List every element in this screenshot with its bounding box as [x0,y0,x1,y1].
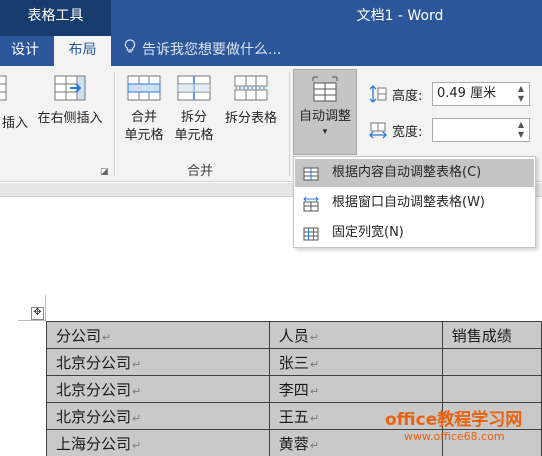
width-spinner[interactable]: ▲ ▼ [515,120,527,140]
column-width-icon [368,120,388,140]
lightbulb-icon [124,36,138,64]
height-value: 0.49 厘米 [437,86,497,101]
paragraph-mark: ↵ [132,384,142,398]
fixed-column-width-icon [303,225,319,241]
tab-design[interactable]: 设计 [0,36,50,66]
paragraph-mark: ↵ [309,384,320,398]
tell-me-placeholder: 告诉我您想要做什么... [142,42,282,58]
column-width-control: 宽度: ▲ ▼ [368,118,538,142]
paragraph-mark: ↵ [309,438,320,452]
title-bar: 表格工具 文档1 - Word [0,0,542,36]
insert-right-button[interactable]: 在右侧插入 [30,74,110,128]
autofit-contents-icon [303,165,319,181]
paragraph-mark: ↵ [102,330,112,344]
table-move-handle-icon[interactable]: ✥ [31,307,44,320]
table-cell[interactable] [441,348,542,376]
menu-item-label: 固定列宽(N) [332,225,404,240]
split-table-label: 拆分表格 [224,111,277,126]
insert-right-icon [53,74,87,102]
table-cell[interactable]: 李四↵ [268,375,443,403]
document-title: 文档1 - Word [356,8,444,24]
table-cell[interactable] [441,375,542,403]
table-cell[interactable]: 北京分公司↵ [46,348,270,376]
split-cells-icon [177,74,211,102]
menu-item-autofit-contents[interactable]: 根据内容自动调整表格(C) [295,159,534,187]
height-input[interactable]: 0.49 厘米 ▲ ▼ [432,82,530,106]
height-label: 高度: [392,89,423,104]
insert-left-button[interactable]: 插入 [0,74,30,131]
table-cell[interactable]: 人员↵ [268,321,443,349]
table-row: 分公司↵ 人员↵ 销售成绩 [46,321,542,349]
merge-cells-icon [127,74,161,102]
margin-corner-mark [45,295,46,320]
split-cells-label-2: 单元格 [174,128,214,143]
paragraph-mark: ↵ [132,438,142,452]
row-height-icon [368,84,388,104]
tab-layout[interactable]: 布局 [54,36,111,66]
menu-item-fixed-column-width[interactable]: 固定列宽(N) [295,219,534,247]
paragraph-mark: ↵ [309,411,320,425]
ribbon-tab-row: 设计 布局 告诉我您想要做什么... [0,36,542,66]
table-cell[interactable]: 上海分公司↵ [46,429,270,456]
split-cells-label-1: 拆分 [180,110,207,125]
menu-item-autofit-window[interactable]: 根据窗口自动调整表格(W) [295,189,534,217]
table-row: 北京分公司↵ 张三↵ [46,348,542,376]
width-label: 宽度: [392,125,423,140]
width-input[interactable]: ▲ ▼ [432,118,530,142]
insert-left-icon [0,74,30,102]
split-table-button[interactable]: 拆分表格 [219,74,283,128]
autofit-button[interactable]: 自动调整 ▾ [293,69,357,155]
autofit-window-icon [303,195,319,212]
merge-cells-label-1: 合并 [130,110,157,125]
merge-group-label: 合并 [187,164,214,179]
chevron-down-icon: ▾ [322,127,328,137]
autofit-menu: 根据内容自动调整表格(C) 根据窗口自动调整表格(W) 固定列宽(N) [293,156,536,248]
autofit-icon [311,76,339,102]
dialog-launcher-icon[interactable]: ◪ [100,167,109,177]
table-cell[interactable]: 北京分公司↵ [46,375,270,403]
margin-corner-mark [18,320,46,321]
paragraph-mark: ↵ [132,411,142,425]
watermark-title: office教程学习网 [385,410,523,430]
autofit-label: 自动调整 [298,109,351,124]
paragraph-mark: ↵ [309,357,320,371]
group-separator [114,72,115,176]
menu-item-label: 根据窗口自动调整表格(W) [332,195,485,210]
row-height-control: 高度: 0.49 厘米 ▲ ▼ [368,82,538,106]
paragraph-mark: ↵ [309,330,320,344]
table-row: 北京分公司↵ 李四↵ [46,375,542,403]
merge-cells-label-2: 单元格 [124,128,164,143]
table-cell[interactable]: 销售成绩 [441,321,542,349]
table-tools-context-label: 表格工具 [0,0,111,36]
paragraph-mark: ↵ [132,357,142,371]
split-cells-button[interactable]: 拆分 单元格 [170,74,218,145]
height-spinner[interactable]: ▲ ▼ [515,84,527,104]
tell-me-search[interactable]: 告诉我您想要做什么... [124,36,281,66]
insert-left-label: 插入 [1,116,28,131]
watermark-url: www.office68.com [404,430,505,443]
insert-right-label: 在右侧插入 [37,111,103,126]
table-cell[interactable]: 分公司↵ [46,321,270,349]
split-table-icon [234,74,268,102]
merge-cells-button[interactable]: 合并 单元格 [120,74,168,145]
table-cell[interactable]: 张三↵ [268,348,443,376]
group-separator [289,72,290,176]
menu-item-label: 根据内容自动调整表格(C) [332,165,482,180]
table-cell[interactable]: 北京分公司↵ [46,402,270,430]
